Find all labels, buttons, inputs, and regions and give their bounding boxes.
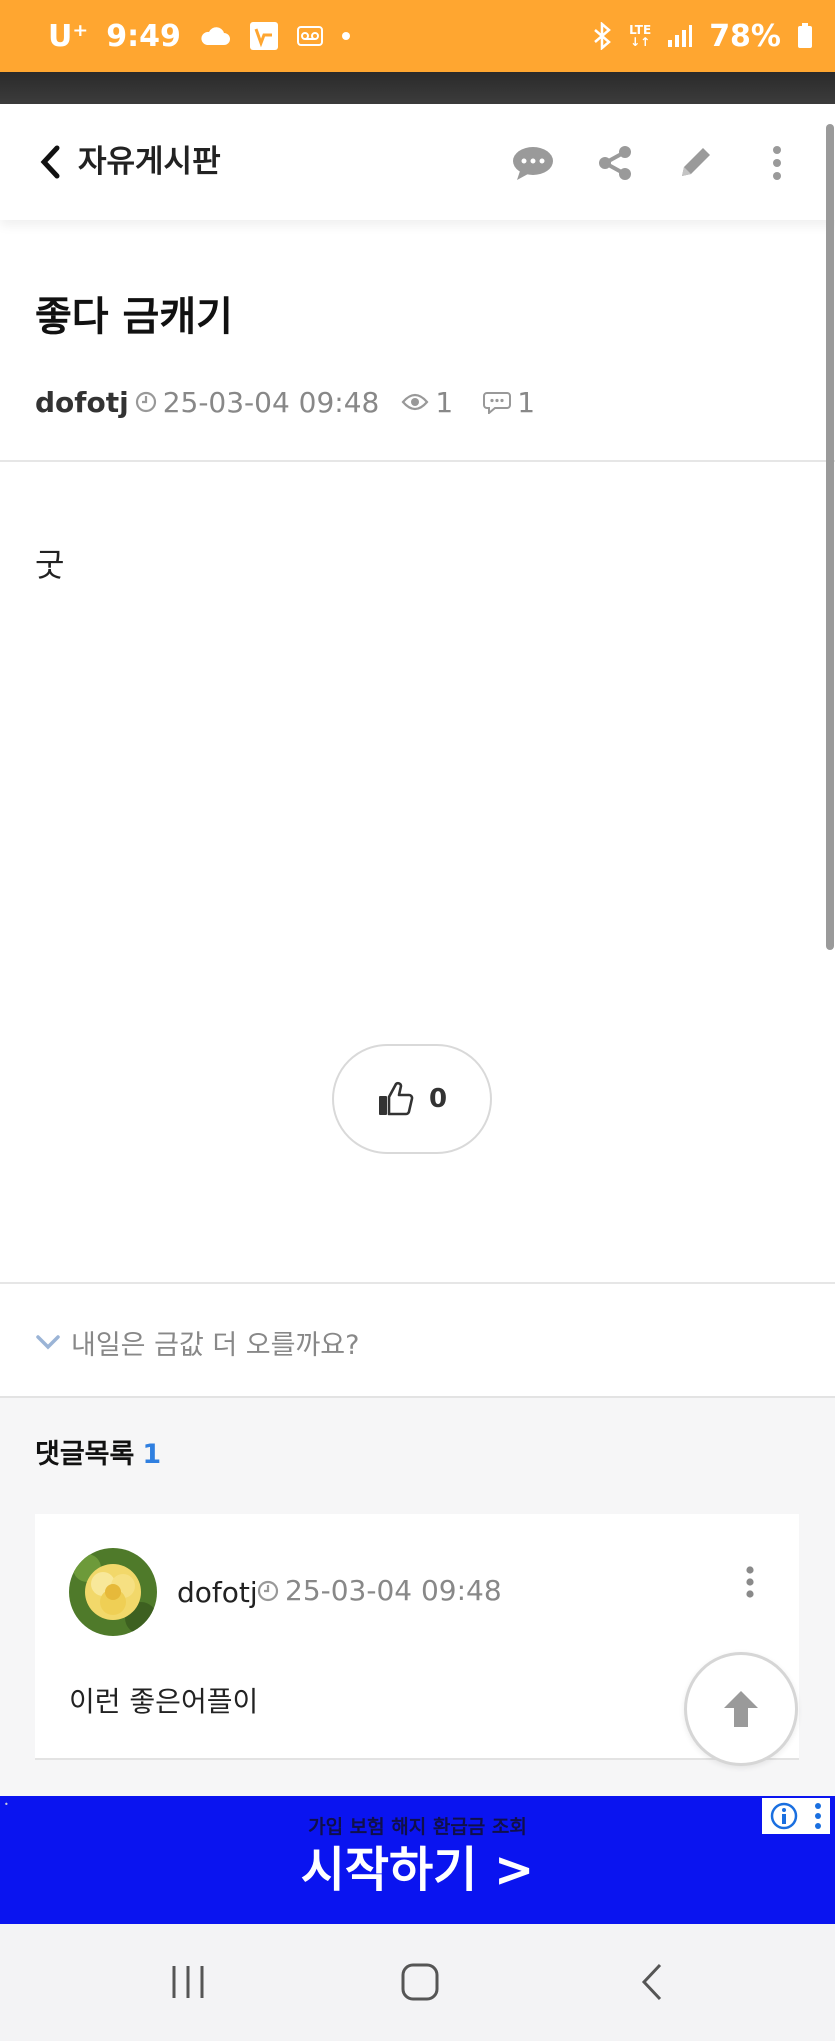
- like-count: 0: [428, 1084, 448, 1114]
- more-vertical-icon: [815, 1803, 821, 1829]
- board-title[interactable]: 자유게시판: [78, 140, 221, 184]
- status-bar: U⁺ 9:49 LTE ↓↑ 78%: [0, 0, 835, 72]
- signal-icon: [667, 24, 693, 48]
- edit-button[interactable]: [672, 140, 718, 186]
- body-divider: [0, 1282, 835, 1284]
- system-back-button[interactable]: [624, 1954, 684, 2010]
- comment-item: dofotj 25-03-04 09:48 이런 좋은어플이: [35, 1514, 799, 1760]
- ad-subtitle: 가입 보험 해지 환급금 조회: [308, 1816, 527, 1838]
- share-icon: [599, 146, 631, 180]
- home-button[interactable]: [390, 1954, 450, 2010]
- post-meta: dofotj 25-03-04 09:48 1 1: [35, 380, 535, 424]
- thumbs-up-icon: [378, 1081, 414, 1116]
- voicemail-icon: [296, 26, 323, 46]
- eye-icon: [401, 392, 429, 412]
- post-views: 1: [435, 385, 454, 419]
- comment-bubble-icon: [513, 147, 553, 180]
- share-button[interactable]: [592, 140, 638, 186]
- scroll-to-top-button[interactable]: [684, 1652, 798, 1766]
- clock-icon: [135, 391, 157, 413]
- edit-pencil-icon: [682, 148, 710, 176]
- scrollbar[interactable]: [826, 124, 834, 950]
- post-header-divider: [0, 460, 835, 462]
- recent-apps-icon: [172, 1966, 204, 1998]
- recent-apps-button[interactable]: [158, 1954, 218, 2010]
- post-title: 좋다 금캐기: [35, 294, 233, 340]
- battery-percent: 78%: [709, 18, 781, 54]
- bluetooth-icon: [591, 22, 613, 50]
- comment-date: 25-03-04 09:48: [285, 1574, 502, 1607]
- comment-button[interactable]: [510, 140, 556, 186]
- back-icon: [641, 1963, 662, 2001]
- more-vertical-icon: [746, 1566, 754, 1598]
- battery-icon: [797, 23, 813, 49]
- carrier-label: U⁺: [48, 18, 89, 54]
- next-post-title: 내일은 금값 더 오를까요?: [71, 1329, 360, 1361]
- status-left: U⁺ 9:49: [48, 19, 351, 54]
- app-header: 자유게시판: [0, 104, 835, 220]
- ad-headline: 시작하기 >: [300, 1842, 535, 1898]
- home-icon: [401, 1963, 439, 2001]
- ad-banner[interactable]: • 가입 보험 해지 환급금 조회 시작하기 >: [0, 1796, 835, 1924]
- comment-heading-count: 1: [142, 1439, 162, 1470]
- comment-count-icon: [483, 390, 512, 414]
- lte-icon: LTE ↓↑: [629, 24, 651, 48]
- app-badge-icon: [249, 21, 279, 51]
- comment-more-button[interactable]: [735, 1560, 765, 1604]
- back-button[interactable]: [30, 140, 70, 184]
- post-comment-count: 1: [517, 385, 536, 419]
- status-right: LTE ↓↑ 78%: [591, 19, 813, 54]
- lte-arrows: ↓↑: [630, 35, 651, 49]
- clock: 9:49: [106, 18, 181, 54]
- like-button[interactable]: 0: [332, 1044, 492, 1154]
- more-button[interactable]: [754, 140, 800, 186]
- avatar[interactable]: [69, 1548, 157, 1636]
- comment-heading: 댓글목록 1: [35, 1432, 161, 1471]
- info-icon: [770, 1802, 798, 1830]
- more-vertical-icon: [773, 146, 781, 180]
- arrow-up-icon: [724, 1691, 758, 1727]
- cloud-icon: [199, 25, 231, 47]
- system-nav-bar: [0, 1924, 835, 2041]
- post-date: 25-03-04 09:48: [162, 385, 380, 419]
- dot-icon: [341, 31, 351, 41]
- chevron-down-icon: [36, 1335, 60, 1350]
- comment-heading-label: 댓글목록: [35, 1439, 135, 1470]
- post-author[interactable]: dofotj: [35, 386, 129, 419]
- top-shadow-strip: [0, 72, 835, 104]
- post-body: 굿: [35, 546, 65, 584]
- next-post-link[interactable]: 내일은 금값 더 오를까요?: [35, 1322, 359, 1362]
- comment-date-wrap: 25-03-04 09:48: [257, 1574, 502, 1607]
- clock-icon: [257, 1580, 279, 1601]
- comment-author[interactable]: dofotj: [177, 1576, 258, 1609]
- ad-info-box[interactable]: [762, 1798, 830, 1834]
- comment-text: 이런 좋은어플이: [69, 1685, 259, 1718]
- ad-mark: •: [4, 1800, 9, 1809]
- back-icon: [40, 145, 60, 179]
